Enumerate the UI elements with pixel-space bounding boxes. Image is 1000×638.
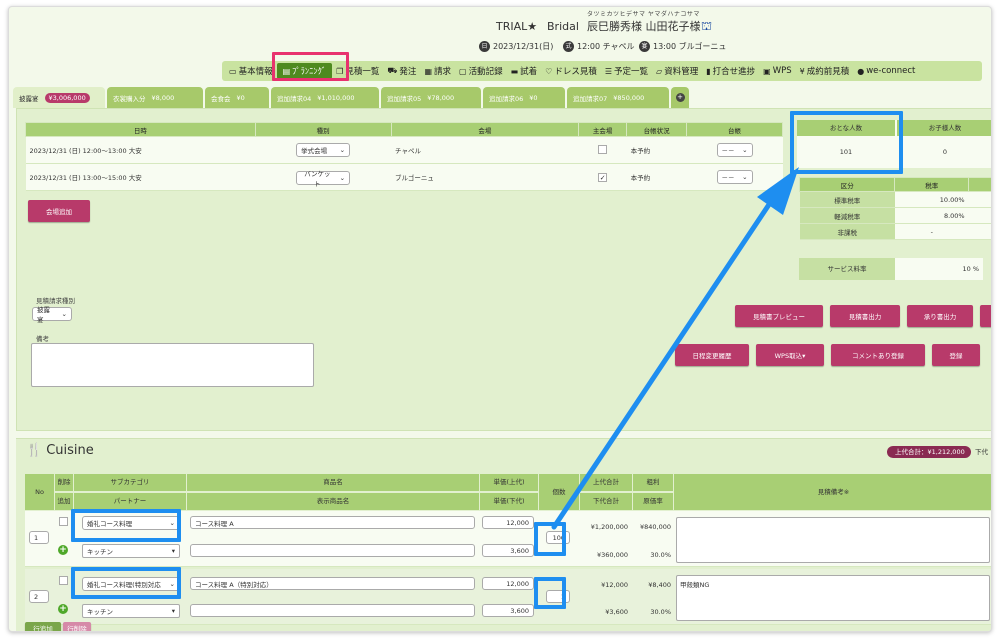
arrow-annotation bbox=[551, 167, 799, 530]
page: TRIAL★ Bridal タツミカツヒデサマ ヤマダハナコサマ 辰巳勝秀様 山… bbox=[8, 6, 992, 632]
